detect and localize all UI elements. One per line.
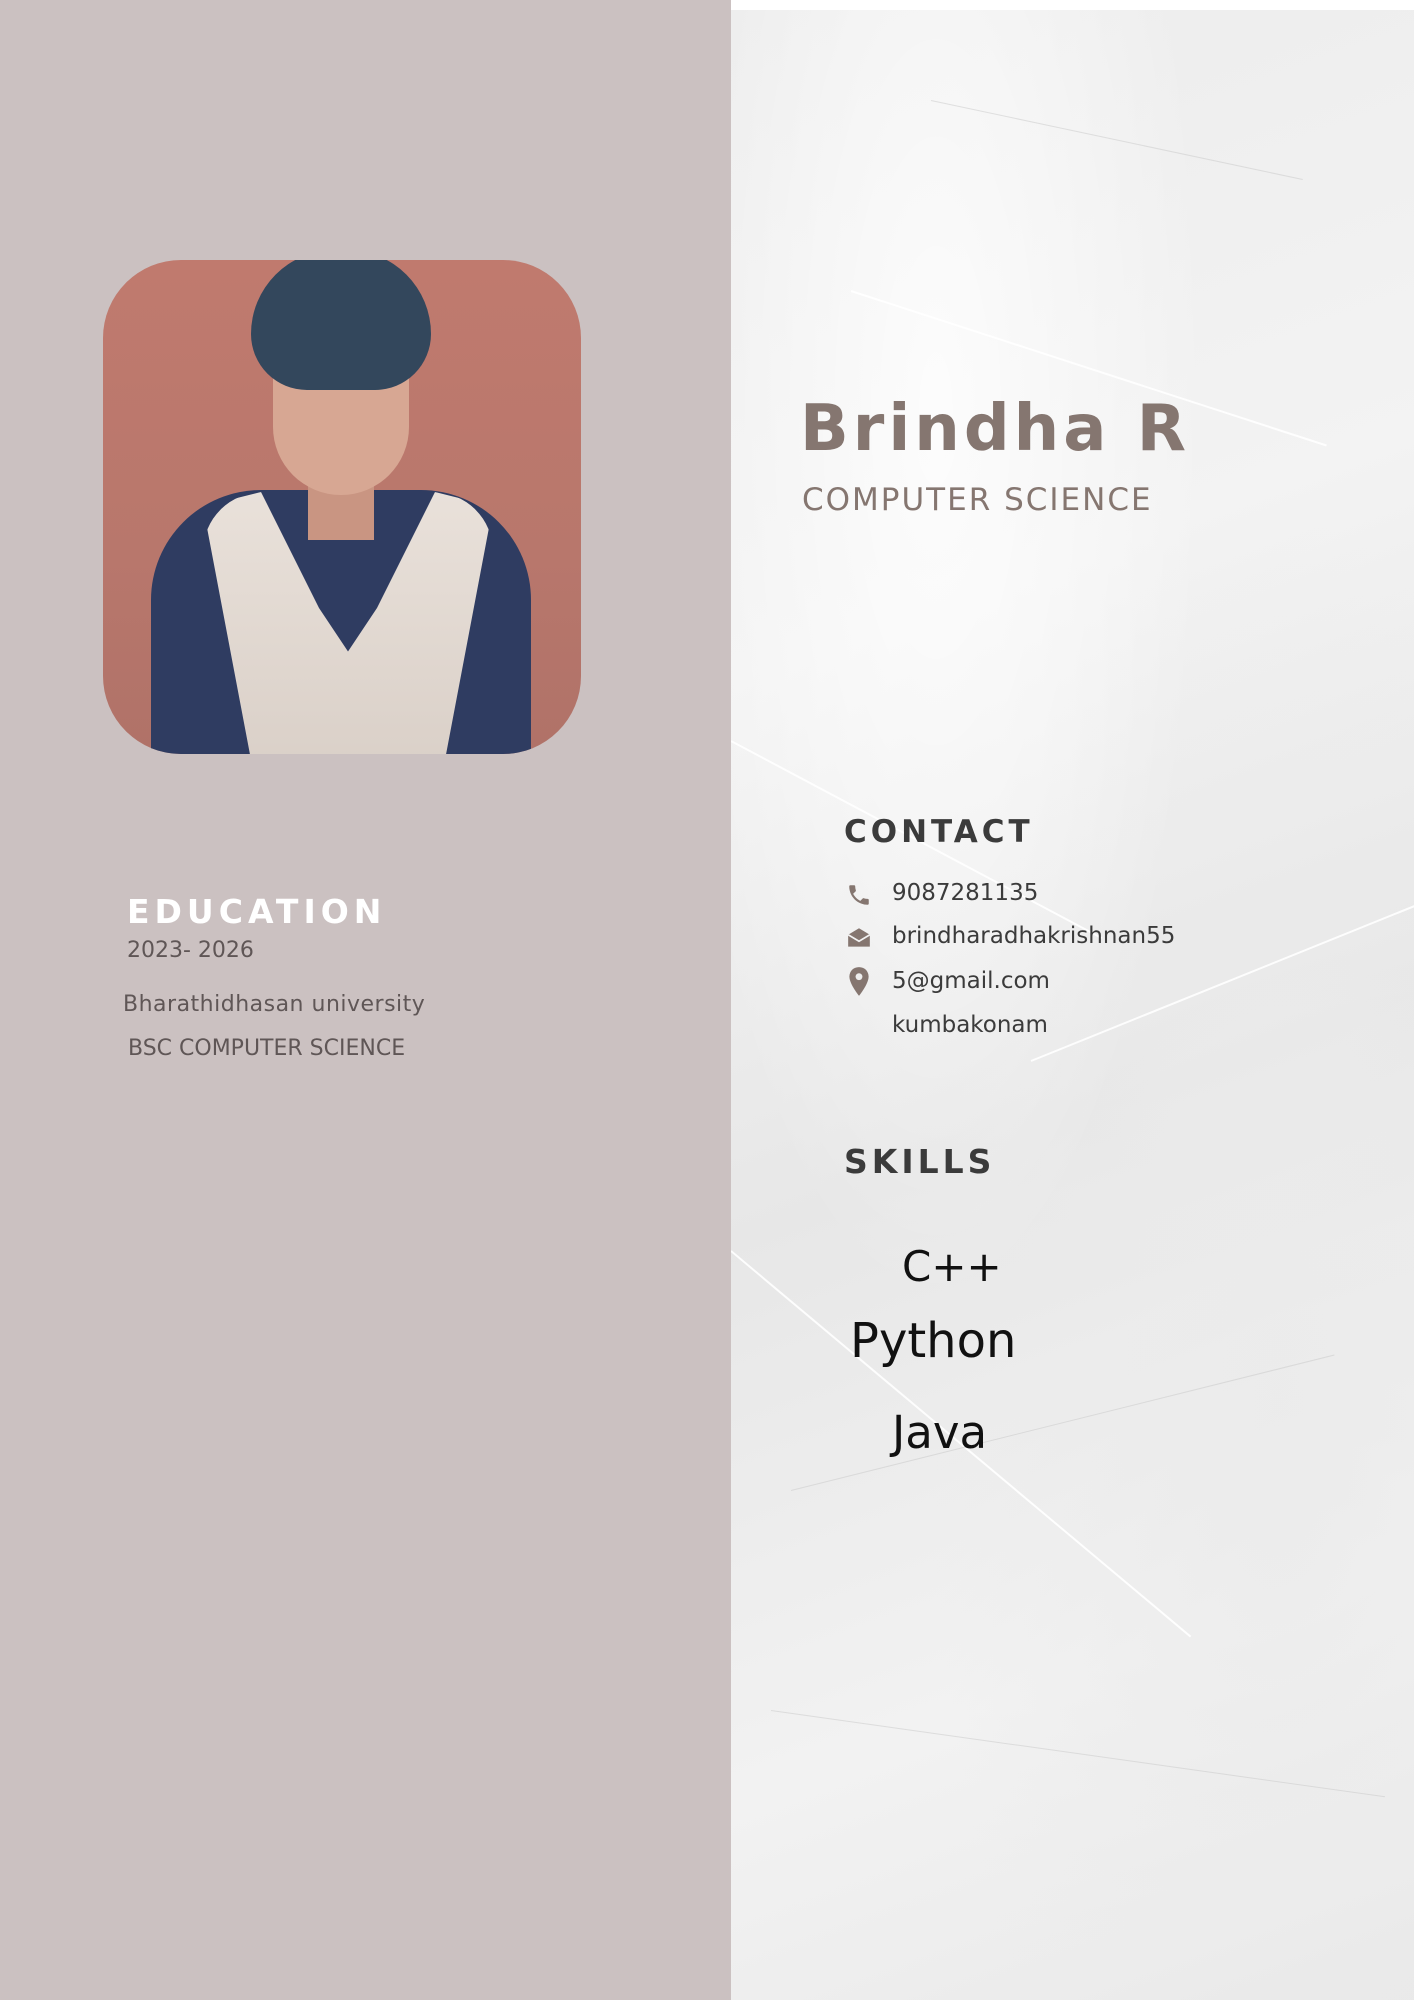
education-degree: BSC COMPUTER SCIENCE	[128, 1036, 406, 1061]
education-years: 2023- 2026	[127, 938, 254, 963]
skill-item: C++	[902, 1242, 1002, 1291]
envelope-icon	[847, 928, 871, 947]
contact-email-line1: brindharadhakrishnan55	[892, 923, 1176, 949]
education-heading: EDUCATION	[127, 892, 387, 931]
skill-item: Java	[892, 1406, 988, 1459]
candidate-name: Brindha R	[800, 392, 1190, 466]
skills-heading: SKILLS	[844, 1142, 996, 1181]
skill-item: Python	[850, 1313, 1017, 1369]
contact-email-line2: 5@gmail.com	[892, 968, 1050, 994]
location-pin-icon	[849, 967, 869, 996]
phone-icon	[849, 885, 869, 905]
candidate-role: COMPUTER SCIENCE	[802, 482, 1153, 518]
education-university: Bharathidhasan university	[123, 992, 426, 1017]
left-panel: EDUCATION 2023- 2026 Bharathidhasan univ…	[0, 0, 731, 2000]
contact-phone: 9087281135	[892, 880, 1039, 906]
profile-photo	[103, 260, 581, 754]
contact-location: kumbakonam	[892, 1012, 1048, 1038]
contact-heading: CONTACT	[844, 814, 1034, 850]
right-panel-marble-background	[731, 10, 1414, 2000]
